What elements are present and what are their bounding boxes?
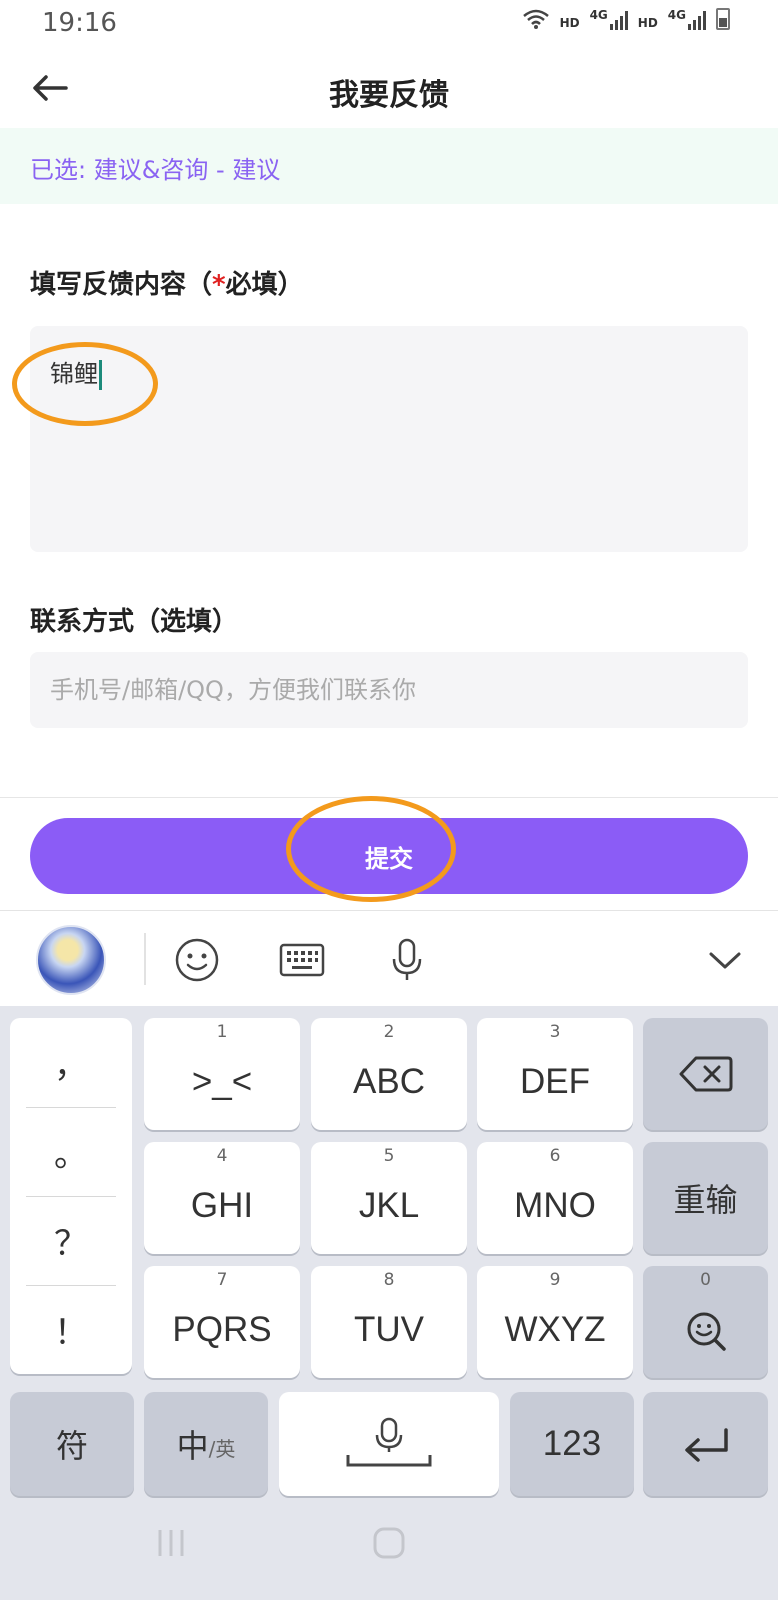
status-time: 19:16 (42, 8, 117, 38)
key-num: 8 (383, 1270, 395, 1290)
punct-key-comma[interactable]: ， (10, 1018, 132, 1106)
symbol-label: 符 (55, 1427, 88, 1465)
net-label-1: 4G (589, 8, 608, 22)
key-label: JKL (358, 1186, 420, 1225)
key-0-emoticon[interactable]: 0 (643, 1266, 768, 1378)
key-6[interactable]: 6 MNO (477, 1142, 633, 1254)
signal-icon-2 (688, 10, 706, 30)
selected-category-banner: 已选: 建议&咨询 - 建议 (0, 128, 778, 204)
reenter-label: 重输 (673, 1181, 738, 1219)
emoji-icon[interactable] (174, 937, 220, 983)
number-switch-label: 123 (542, 1424, 602, 1463)
key-1[interactable]: 1 >_< (144, 1018, 300, 1130)
backspace-key[interactable] (643, 1018, 768, 1130)
avatar[interactable] (36, 925, 106, 995)
selected-category-text: 已选: 建议&咨询 - 建议 (30, 156, 281, 184)
page-title: 我要反馈 (329, 78, 449, 113)
key-label: ABC (353, 1062, 425, 1101)
recent-apps-icon[interactable] (154, 1526, 188, 1560)
key-label: TUV (354, 1310, 424, 1349)
enter-icon (684, 1428, 728, 1462)
key-label: PQRS (172, 1310, 272, 1349)
key-5[interactable]: 5 JKL (311, 1142, 467, 1254)
key-num: 7 (216, 1270, 228, 1290)
lang-sub-label: /英 (208, 1436, 236, 1461)
emoticon-search-icon (687, 1312, 726, 1351)
key-num: 0 (700, 1270, 711, 1290)
contact-label: 联系方式（选填） (30, 607, 239, 637)
divider (0, 797, 778, 798)
key-3[interactable]: 3 DEF (477, 1018, 633, 1130)
toolbar-separator (144, 933, 146, 985)
key-7[interactable]: 7 PQRS (144, 1266, 300, 1378)
hd-label-1: HD (559, 16, 580, 30)
key-num: 9 (549, 1270, 561, 1290)
signal-icon-1 (609, 10, 628, 30)
key-num: 1 (216, 1022, 228, 1042)
symbol-key[interactable]: 符 (10, 1392, 134, 1496)
required-mark: * (212, 270, 226, 300)
reenter-key[interactable]: 重输 (643, 1142, 768, 1254)
hd-label-2: HD (637, 16, 658, 30)
home-icon[interactable] (372, 1526, 406, 1560)
feedback-textarea[interactable]: 锦鲤 (30, 326, 748, 552)
feedback-label: 填写反馈内容（*必填） (30, 264, 304, 301)
enter-key[interactable] (643, 1392, 768, 1496)
key-label: DEF (520, 1062, 590, 1101)
key-4[interactable]: 4 GHI (144, 1142, 300, 1254)
keyboard: ， 。 ？ ！ 1 >_< 2 ABC 3 DEF 4 GHI 5 JKL 6 … (0, 1006, 778, 1600)
punct-key-question[interactable]: ？ (10, 1196, 132, 1284)
key-label: MNO (514, 1186, 596, 1225)
number-switch-key[interactable]: 123 (510, 1392, 634, 1496)
key-8[interactable]: 8 TUV (311, 1266, 467, 1378)
keyboard-toolbar (0, 910, 778, 1006)
key-label: >_< (191, 1062, 253, 1101)
lang-main-label: 中 (176, 1427, 209, 1465)
backspace-icon (679, 1056, 732, 1092)
microphone-icon[interactable] (384, 937, 430, 983)
keyboard-icon[interactable] (278, 937, 326, 983)
contact-input[interactable] (30, 652, 748, 728)
system-nav-bar (0, 1490, 778, 1600)
key-label: WXYZ (504, 1310, 606, 1349)
key-num: 2 (383, 1022, 395, 1042)
status-icons: HD 4G HD 4G (522, 8, 730, 30)
punctuation-column: ， 。 ？ ！ (10, 1018, 132, 1374)
key-num: 6 (549, 1146, 561, 1166)
wifi-icon (522, 9, 549, 29)
punct-key-exclaim[interactable]: ！ (10, 1285, 132, 1373)
feedback-value: 锦鲤 (50, 360, 98, 388)
feedback-text-value: 锦鲤 (50, 354, 102, 390)
status-bar: 19:16 HD 4G HD 4G (0, 0, 778, 48)
feedback-label-prefix: 填写反馈内容（ (30, 270, 213, 300)
chevron-down-icon[interactable] (702, 937, 748, 983)
key-label: GHI (190, 1186, 254, 1225)
language-switch-key[interactable]: 中/英 (144, 1392, 268, 1496)
submit-button[interactable]: 提交 (30, 818, 748, 894)
text-cursor (99, 360, 102, 390)
key-num: 4 (216, 1146, 228, 1166)
feedback-label-suffix: ） (277, 270, 304, 300)
feedback-label-required: 必填 (225, 270, 278, 300)
punct-key-period[interactable]: 。 (10, 1107, 132, 1195)
key-9[interactable]: 9 WXYZ (477, 1266, 633, 1378)
nav-bar: 我要反馈 (0, 48, 778, 128)
key-num: 3 (549, 1022, 561, 1042)
space-key[interactable] (279, 1392, 499, 1496)
voice-space-icon (346, 1417, 432, 1467)
net-label-2: 4G (667, 8, 686, 22)
key-num: 5 (383, 1146, 395, 1166)
battery-icon (716, 8, 730, 30)
key-2[interactable]: 2 ABC (311, 1018, 467, 1130)
